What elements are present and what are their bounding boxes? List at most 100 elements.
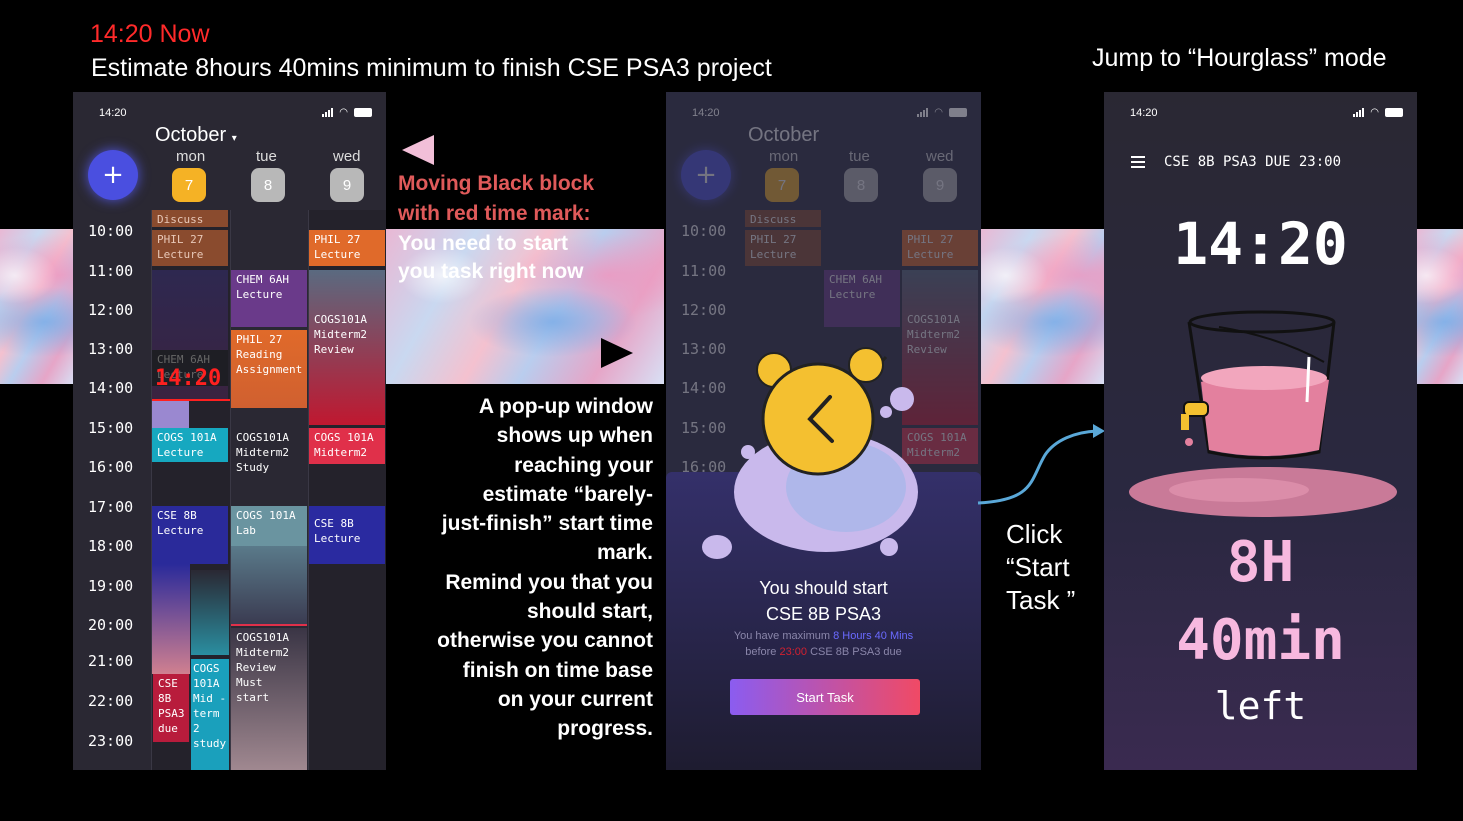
event-discuss: Discuss: [745, 210, 821, 227]
annotation-line: You need to start: [398, 232, 568, 255]
popup-title-line1: You should start: [759, 578, 888, 598]
popup-subtitle: You have maximum 8 Hours 40 Mins before …: [666, 628, 981, 660]
explanation-line: on your current: [497, 687, 653, 711]
explanation-line: just-finish” start time: [441, 512, 653, 536]
arrow-right-icon: [601, 338, 633, 368]
hour-label: 11:00: [88, 262, 134, 280]
event-cogs-lab[interactable]: COGS 101A Lab: [231, 506, 307, 546]
explanation-line: estimate “barely-: [482, 482, 653, 506]
start-task-button[interactable]: Start Task: [730, 679, 920, 715]
add-event-button[interactable]: +: [88, 150, 138, 200]
hours-left: 8H: [1226, 530, 1295, 595]
popup-sub-hours: 8 Hours 40 Mins: [833, 630, 914, 642]
status-time: 14:20: [1130, 107, 1158, 119]
day-name-wed: wed: [333, 148, 361, 165]
event-cogs-review-wed[interactable]: COGS101A Midterm2 Review: [309, 270, 385, 425]
click-note-line: Click: [1006, 519, 1063, 549]
tue-gradient: [231, 546, 307, 626]
event-cse-lecture-mon[interactable]: CSE 8B Lecture: [152, 506, 228, 564]
explanation-line: Remind you that you: [445, 570, 653, 594]
hour-label: 22:00: [88, 692, 134, 710]
event-cogs-midterm-study[interactable]: COGS 101A Mid -term 2 study: [191, 659, 229, 770]
hour-label: 10:00: [681, 222, 727, 240]
popup-phone: 14:20 ◠ + October mon tue wed 7 8 9 10:0…: [666, 92, 981, 770]
event-cogs-lecture-mon[interactable]: COGS 101A Lecture: [152, 428, 228, 462]
explanation-line: should start,: [526, 600, 653, 624]
hourglass-title: CSE 8B PSA3 DUE 23:00: [1164, 154, 1342, 170]
popup-sub-time: 23:00: [779, 646, 807, 658]
alarm-clock-icon: [734, 347, 918, 552]
click-note-line: Task ”: [1006, 585, 1076, 615]
hourglass-clock: 14:20: [1173, 210, 1348, 278]
event-phil-lecture-wed[interactable]: PHIL 27 Lecture: [309, 230, 385, 266]
popup-sub-post: CSE 8B PSA3 due: [810, 646, 902, 658]
menu-icon[interactable]: [1131, 156, 1145, 168]
mon-lavender-block: [152, 401, 189, 431]
hourglass-phone: 14:20 ◠ CSE 8B PSA3 DUE 23:00 14:20 8H 4…: [1104, 92, 1417, 770]
hour-label: 14:00: [88, 379, 134, 397]
add-event-button: +: [681, 150, 731, 200]
month-label: October: [155, 124, 227, 146]
hour-label: 19:00: [88, 577, 134, 595]
annotation-line: with red time mark:: [398, 202, 591, 225]
hour-label: 13:00: [681, 340, 727, 358]
popup-explanation: A pop-up window shows up when reaching y…: [405, 392, 653, 744]
hour-label: 20:00: [88, 616, 134, 634]
left-label: left: [1214, 684, 1307, 728]
event-psa3-due[interactable]: CSE 8B PSA3 due: [153, 674, 189, 742]
wifi-icon: ◠: [1370, 107, 1379, 118]
mon-study-gradient: [191, 570, 229, 655]
popup-bubble: [702, 535, 732, 559]
explanation-line: progress.: [557, 717, 653, 741]
click-note: Click “Start Task ”: [1006, 518, 1075, 617]
event-cogs-midterm-wed[interactable]: COGS 101A Midterm2: [309, 428, 385, 464]
marble-strip-right1: [981, 229, 1104, 384]
event-discuss[interactable]: Discuss: [152, 210, 228, 227]
annotation-line: Moving Black block: [398, 172, 595, 195]
explanation-line: shows up when: [496, 424, 653, 448]
chevron-down-icon: ▾: [231, 133, 237, 144]
mon-gradient: [152, 564, 190, 674]
battery-icon: [354, 108, 372, 117]
day-num-wed[interactable]: 9: [330, 168, 364, 202]
popup-sub-before: before: [745, 646, 777, 658]
popup-title: You should start CSE 8B PSA3: [666, 575, 981, 627]
day-num-tue[interactable]: 8: [251, 168, 285, 202]
signal-icon: [1353, 108, 1365, 117]
popup-bubble: [880, 538, 898, 556]
arrow-left-icon: [402, 135, 434, 165]
day-name-mon: mon: [176, 148, 206, 165]
popup-title-line2: CSE 8B PSA3: [765, 604, 882, 624]
event-phil-reading[interactable]: PHIL 27 Reading Assignment: [231, 330, 307, 408]
now-label: 14:20 Now: [90, 20, 210, 48]
explanation-line: reaching your: [514, 453, 653, 477]
curved-arrow-icon: [977, 424, 1105, 505]
event-phil-lecture-mon: PHIL 27 Lecture: [745, 230, 821, 266]
status-time: 14:20: [99, 107, 127, 119]
event-chem-lecture-tue[interactable]: CHEM 6AH Lecture: [231, 270, 307, 327]
event-cogs-midterm-study-tue[interactable]: COGS101A Midterm2 Study: [231, 428, 307, 498]
jump-label: Jump to “Hourglass” mode: [1092, 44, 1387, 72]
event-phil-lecture-mon[interactable]: PHIL 27 Lecture: [152, 230, 228, 266]
event-cse-lecture-wed[interactable]: CSE 8B Lecture: [309, 506, 385, 564]
signal-icon: [322, 108, 334, 117]
day-num-mon[interactable]: 7: [172, 168, 206, 202]
click-note-line: “Start: [1006, 552, 1070, 582]
hour-label: 23:00: [88, 732, 134, 750]
hour-label: 12:00: [88, 301, 134, 319]
hour-label: 17:00: [88, 498, 134, 516]
hour-label: 16:00: [88, 458, 134, 476]
hour-label: 15:00: [88, 419, 134, 437]
day-num-mon: 7: [765, 168, 799, 202]
marble-strip-right2: [1417, 229, 1463, 384]
hour-label: 10:00: [88, 222, 134, 240]
minutes-left: 40min: [1176, 608, 1345, 673]
day-name-tue: tue: [849, 148, 870, 165]
calendar-phone: 14:20 ◠ + October ▾ mon tue wed 7 8 9 10…: [73, 92, 386, 770]
explanation-line: otherwise you cannot: [437, 629, 653, 653]
marble-strip-left: [0, 229, 74, 384]
hour-label: 18:00: [88, 537, 134, 555]
month-selector[interactable]: October ▾: [155, 124, 237, 147]
status-icons: ◠: [322, 107, 372, 118]
event-cogs-review-must[interactable]: COGS101A Midterm2 Review Must start: [231, 628, 307, 770]
